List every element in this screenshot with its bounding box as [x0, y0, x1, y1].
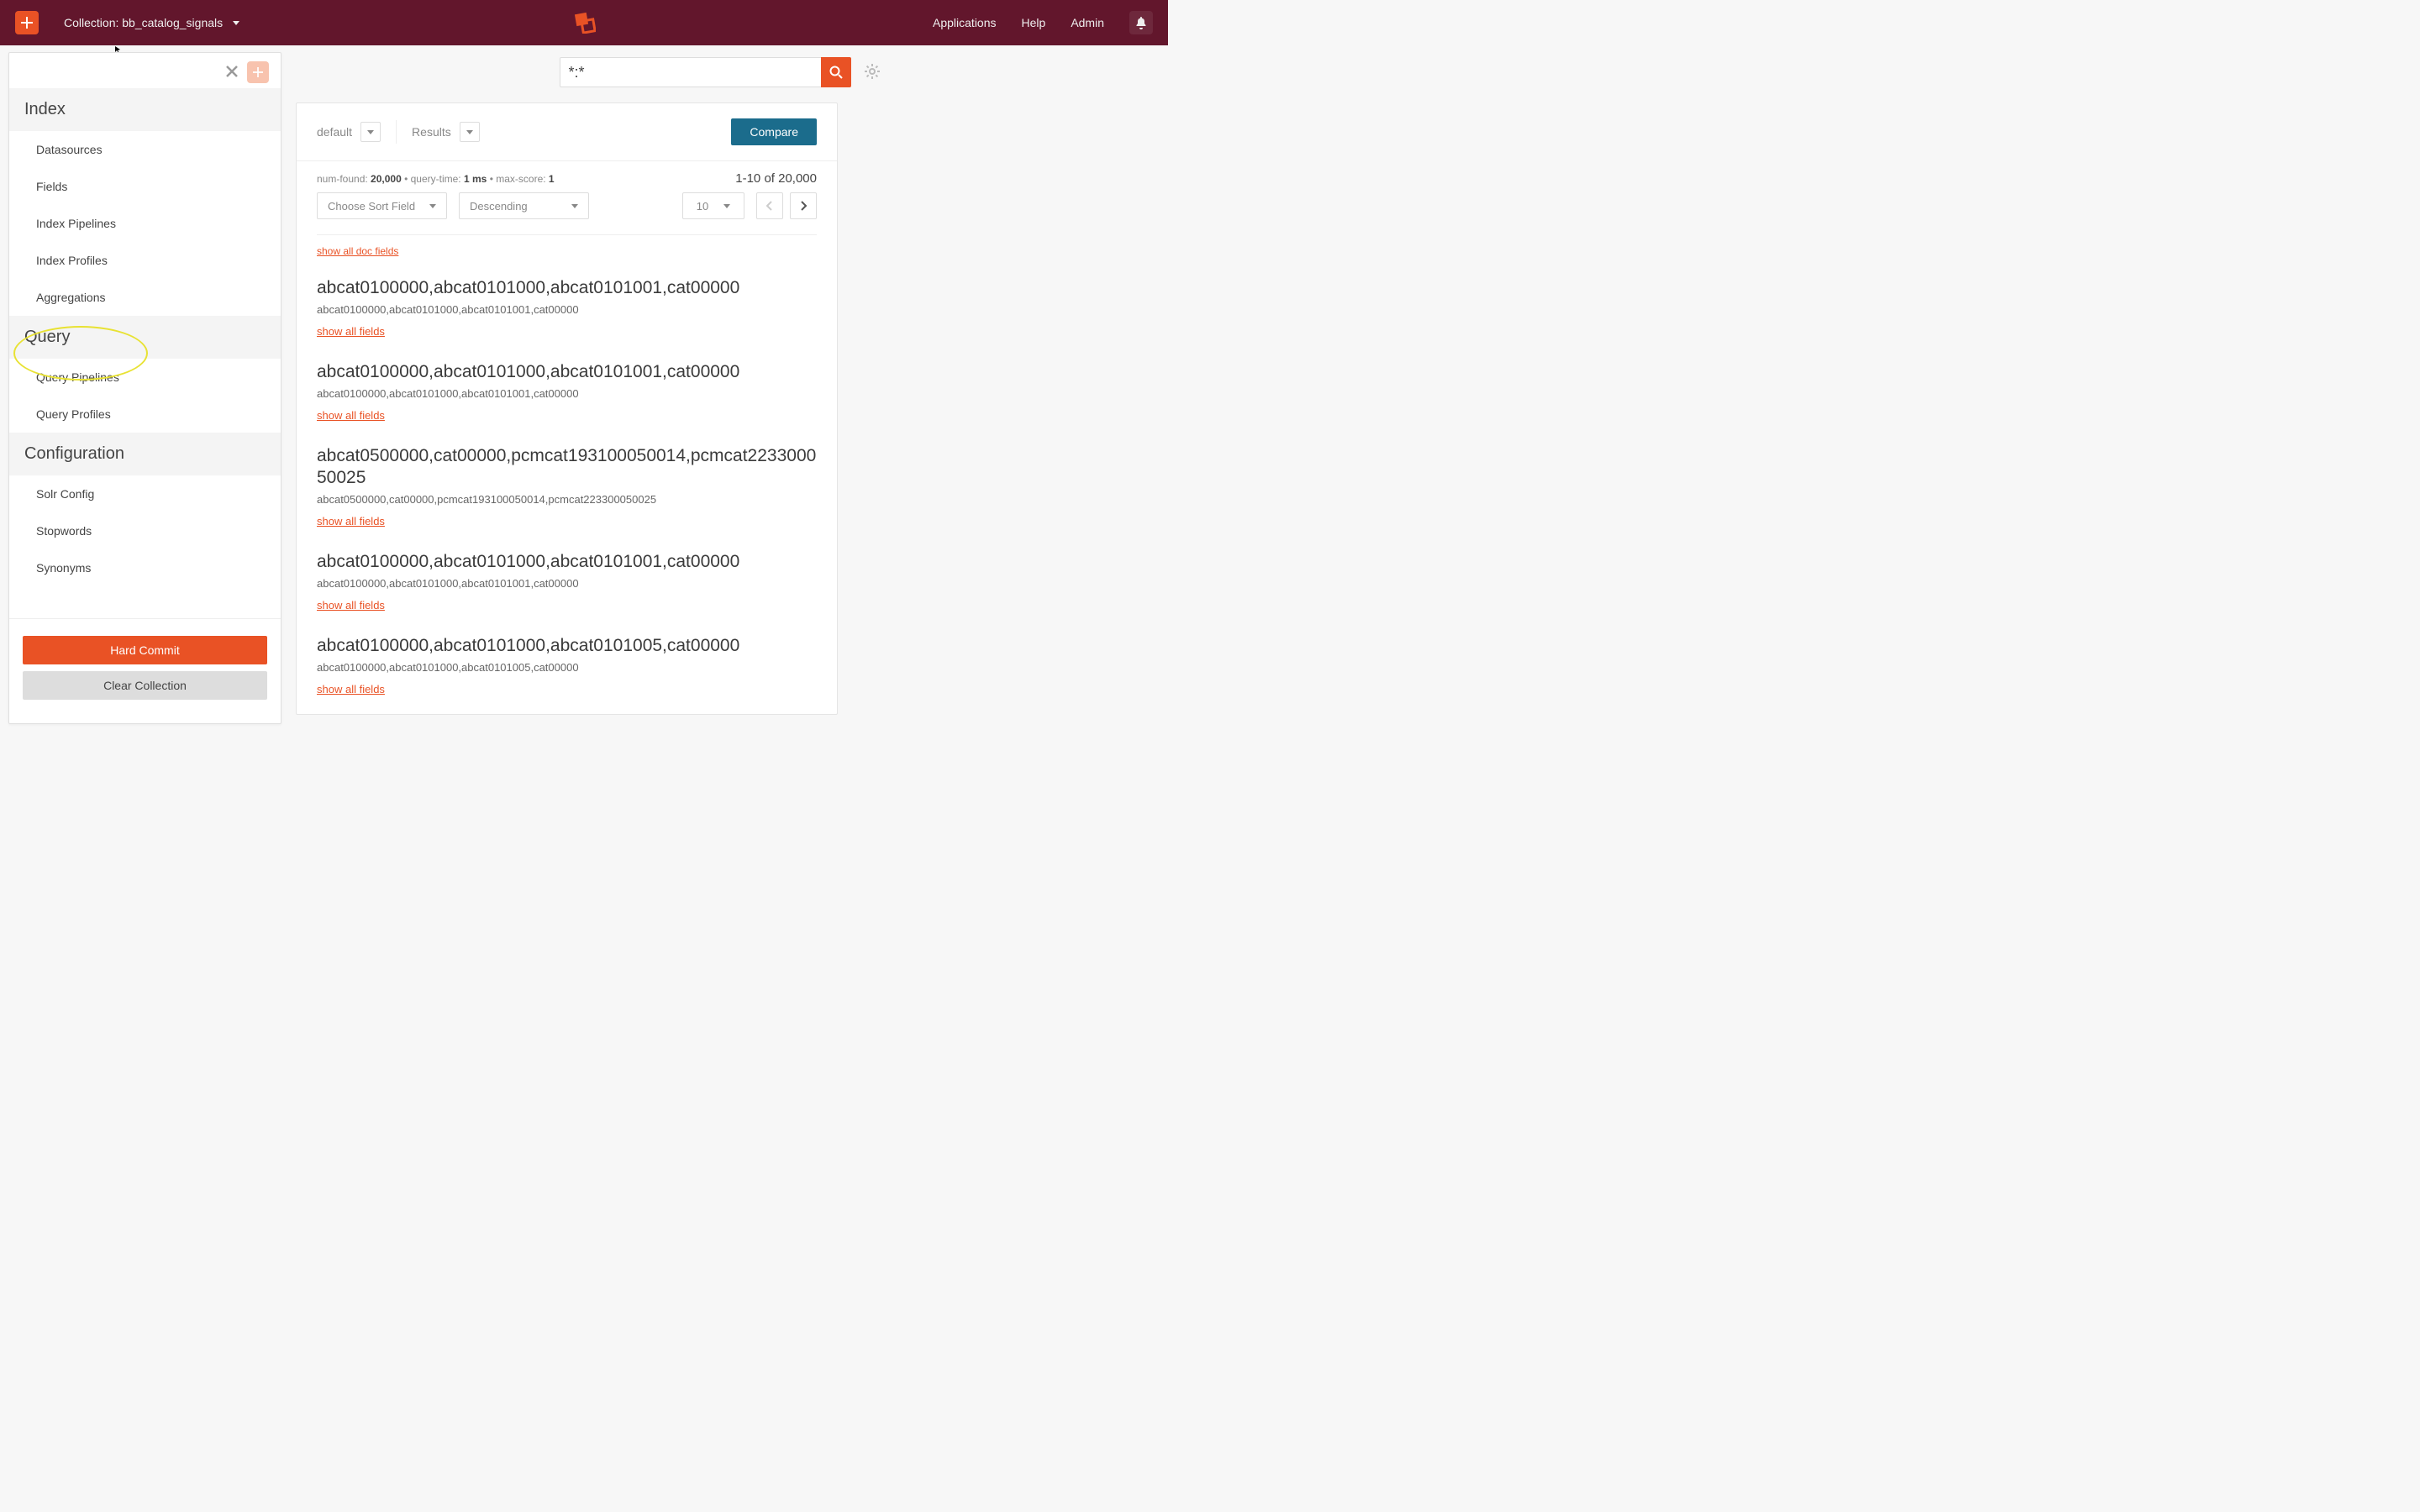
panel-add-button[interactable]: [247, 61, 269, 83]
plus-icon: [253, 67, 263, 77]
sidebar-item-fields[interactable]: Fields: [9, 168, 281, 205]
chevron-down-icon: [367, 130, 374, 134]
show-all-fields-link[interactable]: show all fields: [317, 599, 385, 612]
doc-title: abcat0100000,abcat0101000,abcat0101001,c…: [317, 361, 817, 382]
result-doc: abcat0100000,abcat0101000,abcat0101005,c…: [297, 630, 837, 714]
view-dropdown[interactable]: [460, 122, 480, 142]
per-page-select[interactable]: 10: [682, 192, 744, 219]
sort-field-select[interactable]: Choose Sort Field: [317, 192, 447, 219]
search-button[interactable]: [821, 57, 851, 87]
chevron-down-icon: [571, 204, 578, 208]
show-all-fields-link[interactable]: show all fields: [317, 515, 385, 528]
section-configuration: Configuration: [9, 433, 281, 475]
sidebar-item-solr-config[interactable]: Solr Config: [9, 475, 281, 512]
nav-admin[interactable]: Admin: [1071, 16, 1104, 29]
doc-subtitle: abcat0100000,abcat0101000,abcat0101001,c…: [317, 303, 817, 316]
logo: [572, 10, 596, 36]
bell-icon: [1134, 16, 1148, 29]
sort-field-placeholder: Choose Sort Field: [328, 200, 415, 213]
show-all-fields-link[interactable]: show all fields: [317, 409, 385, 422]
chevron-down-icon: [233, 21, 239, 25]
result-doc: abcat0100000,abcat0101000,abcat0101001,c…: [297, 356, 837, 440]
collection-selector[interactable]: Collection: bb_catalog_signals: [64, 16, 239, 29]
doc-subtitle: abcat0100000,abcat0101000,abcat0101001,c…: [317, 387, 817, 400]
notifications-button[interactable]: [1129, 11, 1153, 34]
main: default Results Compare num-found: 20,00…: [296, 57, 1143, 715]
chevron-left-icon: [765, 201, 774, 211]
search-icon: [829, 66, 843, 79]
per-page-value: 10: [697, 200, 708, 213]
sort-order-select[interactable]: Descending: [459, 192, 589, 219]
topbar: Collection: bb_catalog_signals Applicati…: [0, 0, 1168, 45]
doc-title: abcat0100000,abcat0101000,abcat0101001,c…: [317, 277, 817, 298]
results-range: 1-10 of 20,000: [735, 171, 817, 186]
sidebar-item-query-profiles[interactable]: Query Profiles: [9, 396, 281, 433]
sidebar-item-datasources[interactable]: Datasources: [9, 131, 281, 168]
nav-applications[interactable]: Applications: [933, 16, 997, 29]
show-all-fields-link[interactable]: show all fields: [317, 325, 385, 338]
gear-icon: [865, 64, 880, 79]
search-input[interactable]: [560, 57, 824, 87]
doc-subtitle: abcat0500000,cat00000,pcmcat193100050014…: [317, 493, 817, 506]
doc-subtitle: abcat0100000,abcat0101000,abcat0101001,c…: [317, 577, 817, 590]
next-page-button[interactable]: [790, 192, 817, 219]
show-all-fields-link[interactable]: show all fields: [317, 683, 385, 696]
results-panel: default Results Compare num-found: 20,00…: [296, 102, 838, 715]
close-button[interactable]: [225, 61, 239, 83]
sidebar-item-stopwords[interactable]: Stopwords: [9, 512, 281, 549]
nav-help[interactable]: Help: [1022, 16, 1046, 29]
stats-text: num-found: 20,000 • query-time: 1 ms • m…: [317, 173, 555, 185]
add-button[interactable]: [15, 11, 39, 34]
prev-page-button[interactable]: [756, 192, 783, 219]
section-query: Query: [9, 316, 281, 359]
sidebar-item-synonyms[interactable]: Synonyms: [9, 549, 281, 586]
view-label: Results: [412, 125, 451, 139]
show-all-doc-fields-link[interactable]: show all doc fields: [317, 245, 398, 257]
result-doc: abcat0100000,abcat0101000,abcat0101001,c…: [297, 272, 837, 356]
sidebar-item-index-profiles[interactable]: Index Profiles: [9, 242, 281, 279]
doc-title: abcat0500000,cat00000,pcmcat193100050014…: [317, 445, 817, 487]
sidebar-item-index-pipelines[interactable]: Index Pipelines: [9, 205, 281, 242]
doc-title: abcat0100000,abcat0101000,abcat0101005,c…: [317, 635, 817, 656]
pipeline-dropdown[interactable]: [360, 122, 381, 142]
result-doc: abcat0500000,cat00000,pcmcat193100050014…: [297, 440, 837, 545]
clear-collection-button[interactable]: Clear Collection: [23, 671, 267, 700]
plus-icon: [21, 17, 33, 29]
chevron-right-icon: [799, 201, 808, 211]
close-icon: [225, 65, 239, 78]
doc-subtitle: abcat0100000,abcat0101000,abcat0101005,c…: [317, 661, 817, 674]
chevron-down-icon: [723, 204, 730, 208]
doc-title: abcat0100000,abcat0101000,abcat0101001,c…: [317, 551, 817, 572]
nav-right: Applications Help Admin: [933, 11, 1153, 34]
sidebar-panel: Index Datasources Fields Index Pipelines…: [8, 52, 281, 724]
settings-button[interactable]: [865, 64, 880, 81]
pipeline-label: default: [317, 125, 352, 139]
sidebar-item-aggregations[interactable]: Aggregations: [9, 279, 281, 316]
chevron-down-icon: [429, 204, 436, 208]
collection-label: Collection: bb_catalog_signals: [64, 16, 223, 29]
section-index: Index: [9, 88, 281, 131]
compare-button[interactable]: Compare: [731, 118, 817, 145]
chevron-down-icon: [466, 130, 473, 134]
hard-commit-button[interactable]: Hard Commit: [23, 636, 267, 664]
sort-order-placeholder: Descending: [470, 200, 528, 213]
result-doc: abcat0100000,abcat0101000,abcat0101001,c…: [297, 546, 837, 630]
sidebar-item-query-pipelines[interactable]: Query Pipelines: [9, 359, 281, 396]
